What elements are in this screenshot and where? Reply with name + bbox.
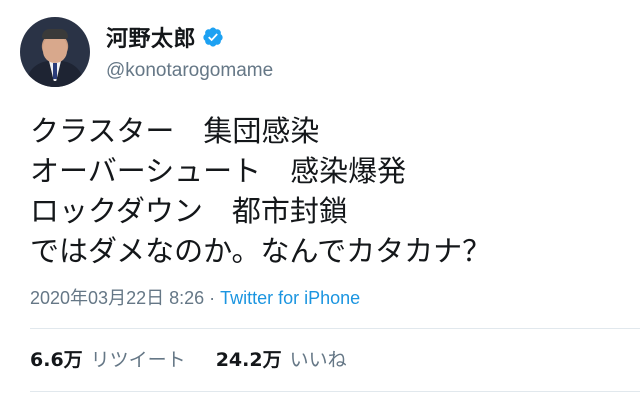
retweets-label: リツイート — [90, 349, 186, 371]
handle[interactable]: @konotarogomame — [106, 60, 273, 82]
tweet-line: ロックダウン 都市封鎖 — [30, 194, 348, 228]
tweet-card: 河野太郎 @konotarogomame クラスター 集団感染 オーバーシュート… — [0, 0, 640, 394]
avatar[interactable] — [20, 17, 90, 87]
avatar-tie — [53, 63, 57, 79]
likes-count: 24.2万 — [215, 349, 282, 371]
tweet-line: ではダメなのか。なんでカタカナ？ — [30, 234, 492, 268]
name-row: 河野太郎 — [106, 22, 273, 52]
retweets-count: 6.6万 — [30, 349, 83, 371]
divider — [30, 328, 640, 329]
avatar-hair — [42, 29, 68, 39]
meta-separator: · — [204, 288, 221, 308]
likes-label: いいね — [289, 349, 347, 371]
timestamp[interactable]: 2020年03月22日 8:26 — [30, 288, 204, 308]
retweets-stat[interactable]: 6.6万 リツイート — [30, 345, 186, 372]
source-link[interactable]: Twitter for iPhone — [220, 288, 360, 308]
tweet-header: 河野太郎 @konotarogomame — [20, 16, 273, 88]
tweet-stats: 6.6万 リツイート 24.2万 いいね — [30, 345, 347, 372]
tweet-meta: 2020年03月22日 8:26 · Twitter for iPhone — [30, 284, 360, 310]
likes-stat[interactable]: 24.2万 いいね — [216, 345, 347, 372]
author-names: 河野太郎 @konotarogomame — [106, 17, 273, 87]
tweet-line: クラスター 集団感染 — [30, 114, 320, 148]
avatar-face — [43, 35, 67, 63]
tweet-text: クラスター 集団感染 オーバーシュート 感染爆発 ロックダウン 都市封鎖 ではダ… — [30, 111, 630, 271]
display-name[interactable]: 河野太郎 — [106, 21, 196, 53]
tweet-line: オーバーシュート 感染爆発 — [30, 154, 407, 188]
divider — [30, 391, 640, 392]
verified-badge-icon — [202, 26, 224, 48]
